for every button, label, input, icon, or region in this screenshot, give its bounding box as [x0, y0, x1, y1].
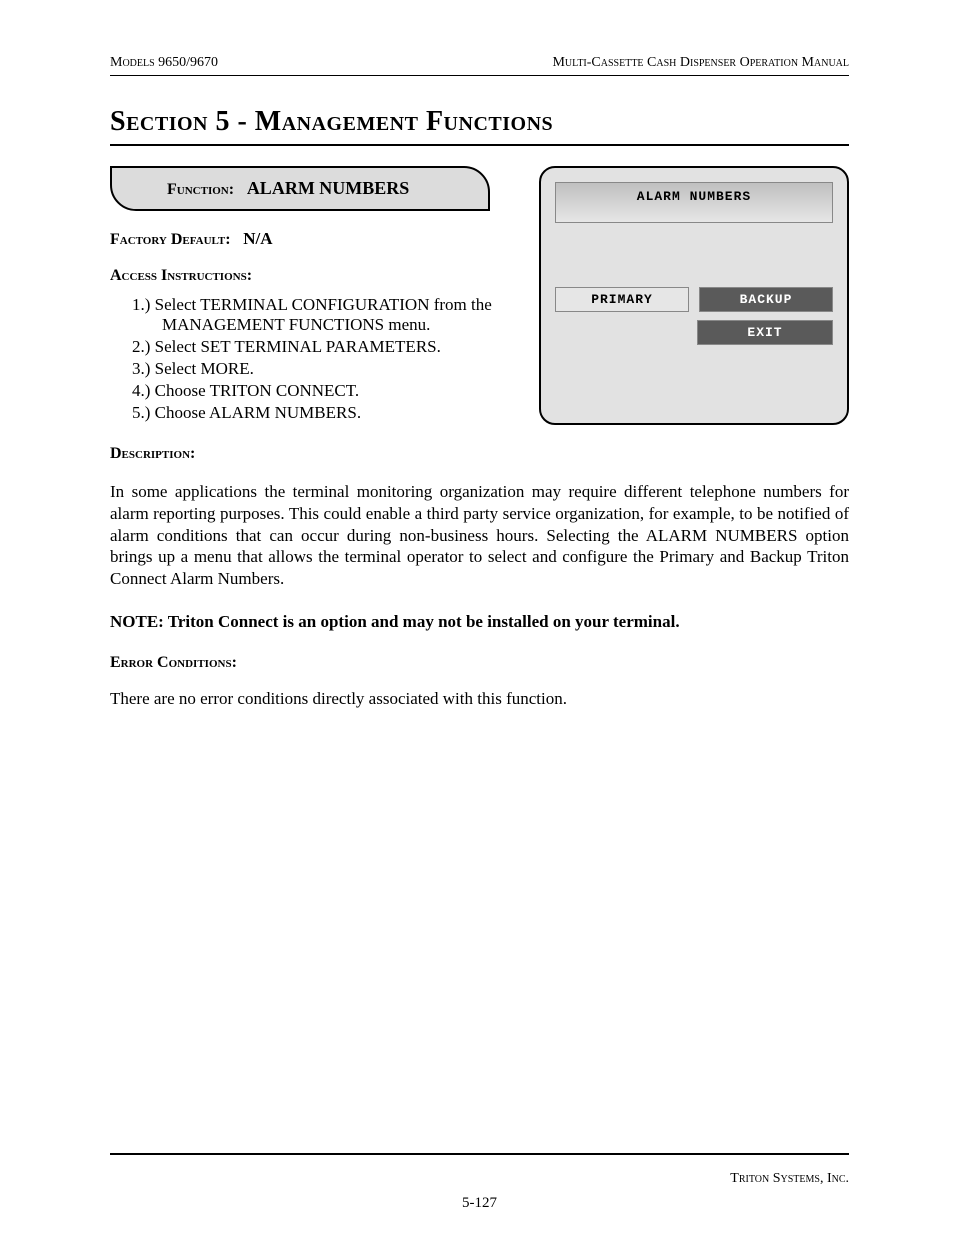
- factory-default-value: N/A: [243, 229, 272, 248]
- footer-company: Triton Systems, Inc.: [730, 1171, 849, 1187]
- exit-button[interactable]: EXIT: [697, 320, 833, 345]
- note-text: NOTE: Triton Connect is an option and ma…: [110, 612, 849, 632]
- description-label: Description:: [110, 445, 849, 463]
- access-step: Select TERMINAL CONFIGURATION from the M…: [132, 295, 529, 335]
- access-instructions-label: Access Instructions:: [110, 267, 252, 284]
- description-text: In some applications the terminal monito…: [110, 481, 849, 590]
- footer-page-number: 5-127: [110, 1195, 849, 1212]
- error-conditions-label: Error Conditions:: [110, 654, 849, 672]
- section-rule: [110, 144, 849, 146]
- terminal-screenshot: ALARM NUMBERS PRIMARY BACKUP EXIT: [539, 166, 849, 425]
- access-step: Select MORE.: [132, 359, 529, 379]
- function-label: Function:: [167, 181, 234, 198]
- access-step: Choose ALARM NUMBERS.: [132, 403, 529, 423]
- access-steps-list: Select TERMINAL CONFIGURATION from the M…: [132, 295, 529, 423]
- access-step: Choose TRITON CONNECT.: [132, 381, 529, 401]
- function-header-box: Function: ALARM NUMBERS: [110, 166, 490, 211]
- header-right: Multi-Cassette Cash Dispenser Operation …: [552, 55, 849, 71]
- error-conditions-text: There are no error conditions directly a…: [110, 688, 849, 710]
- section-title: Section 5 - Management Functions: [110, 106, 849, 138]
- access-step: Select SET TERMINAL PARAMETERS.: [132, 337, 529, 357]
- backup-button[interactable]: BACKUP: [699, 287, 833, 312]
- screenshot-title: ALARM NUMBERS: [555, 182, 833, 223]
- factory-default-label: Factory Default:: [110, 231, 231, 248]
- primary-button[interactable]: PRIMARY: [555, 287, 689, 312]
- header-left: Models 9650/9670: [110, 55, 218, 71]
- function-name: ALARM NUMBERS: [247, 178, 410, 198]
- header-rule: [110, 75, 849, 76]
- footer-rule: [110, 1153, 849, 1155]
